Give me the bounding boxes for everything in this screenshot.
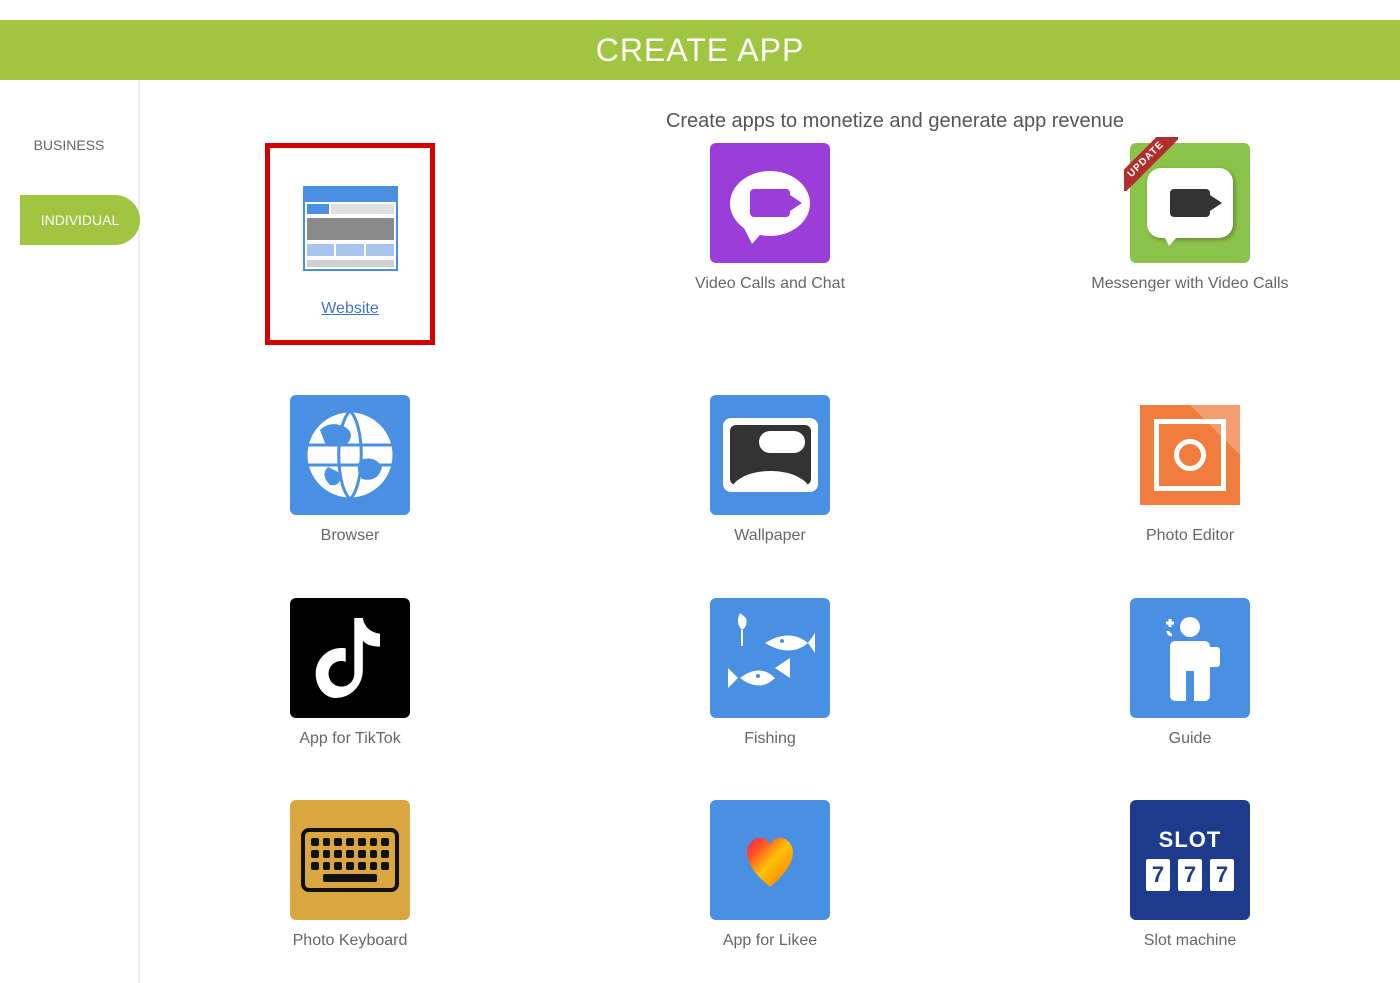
section-subtitle: Create apps to monetize and generate app… xyxy=(430,110,1360,133)
page-title: CREATE APP xyxy=(596,32,805,69)
wallpaper-icon xyxy=(710,395,830,515)
card-tiktok[interactable]: App for TikTok xyxy=(290,598,410,750)
keyboard-icon xyxy=(290,800,410,920)
card-wallpaper[interactable]: Wallpaper xyxy=(710,395,830,547)
globe-icon xyxy=(290,395,410,515)
guide-icon xyxy=(1130,598,1250,718)
messenger-video-icon: UPDATE xyxy=(1130,143,1250,263)
card-label: Video Calls and Chat xyxy=(695,273,845,295)
sidebar: BUSINESS INDIVIDUAL xyxy=(0,80,140,983)
card-fishing[interactable]: Fishing xyxy=(710,598,830,750)
card-label: Slot machine xyxy=(1144,930,1237,952)
slot-icon: SLOT 7 7 7 xyxy=(1130,800,1250,920)
main-content: Create apps to monetize and generate app… xyxy=(140,80,1400,983)
card-label: Guide xyxy=(1169,728,1212,750)
card-browser[interactable]: Browser xyxy=(290,395,410,547)
sidebar-item-label: BUSINESS xyxy=(34,137,105,153)
card-label: Fishing xyxy=(744,728,796,750)
card-label: Website xyxy=(321,298,379,320)
sidebar-item-label: INDIVIDUAL xyxy=(41,212,120,228)
card-label: Photo Editor xyxy=(1146,525,1234,547)
card-guide[interactable]: Guide xyxy=(1130,598,1250,750)
card-messenger-video[interactable]: UPDATE Messenger with Video Calls xyxy=(1091,143,1288,345)
tiktok-icon xyxy=(290,598,410,718)
card-photo-keyboard[interactable]: Photo Keyboard xyxy=(290,800,410,952)
card-video-calls-chat[interactable]: Video Calls and Chat xyxy=(695,143,845,345)
sidebar-item-business[interactable]: BUSINESS xyxy=(0,120,138,170)
card-website[interactable]: Website xyxy=(265,143,435,345)
card-label: App for Likee xyxy=(723,930,817,952)
sidebar-item-individual[interactable]: INDIVIDUAL xyxy=(20,195,140,245)
top-strip xyxy=(0,0,1400,20)
card-label: Messenger with Video Calls xyxy=(1091,273,1288,295)
card-label: Photo Keyboard xyxy=(293,930,408,952)
card-label: Wallpaper xyxy=(734,525,805,547)
video-chat-icon xyxy=(710,143,830,263)
website-icon xyxy=(290,168,410,288)
photo-editor-icon xyxy=(1130,395,1250,515)
likee-icon xyxy=(710,800,830,920)
card-label: Browser xyxy=(321,525,380,547)
app-template-grid: Website Video Calls and Chat UPDATE Mess… xyxy=(180,143,1360,953)
card-slot-machine[interactable]: SLOT 7 7 7 Slot machine xyxy=(1130,800,1250,952)
fishing-icon xyxy=(710,598,830,718)
card-likee[interactable]: App for Likee xyxy=(710,800,830,952)
page-header: CREATE APP xyxy=(0,20,1400,80)
card-photo-editor[interactable]: Photo Editor xyxy=(1130,395,1250,547)
card-label: App for TikTok xyxy=(299,728,400,750)
